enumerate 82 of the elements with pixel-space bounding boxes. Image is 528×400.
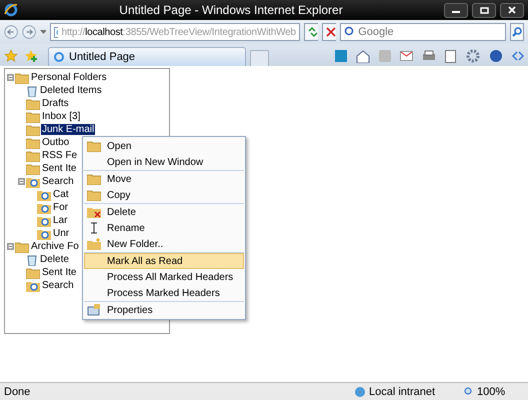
security-zone: Local intranet xyxy=(369,386,436,398)
menu-item[interactable]: Process Marked Headers xyxy=(84,285,244,301)
tree-item[interactable]: Lar xyxy=(52,215,68,226)
new-folder-icon xyxy=(87,238,101,250)
tree-item[interactable]: Inbox [3] xyxy=(41,111,82,122)
browser-logo-icon xyxy=(4,3,18,17)
tree-item[interactable]: Junk E-mail xyxy=(41,124,96,135)
close-button[interactable] xyxy=(500,2,524,18)
tree-item[interactable]: Cat xyxy=(52,189,70,200)
close-icon xyxy=(508,6,516,14)
search-button[interactable] xyxy=(510,23,524,41)
collapse-icon[interactable] xyxy=(7,243,14,250)
zoom-control[interactable]: 100% xyxy=(464,386,524,398)
folder-delete-icon xyxy=(87,206,101,218)
tree-item[interactable]: RSS Fe xyxy=(41,150,78,161)
add-favorite-icon[interactable] xyxy=(24,49,38,63)
refresh-button[interactable] xyxy=(304,23,318,41)
menu-item[interactable]: Delete xyxy=(84,204,244,220)
trash-can-icon xyxy=(26,254,38,266)
search-folder-icon xyxy=(37,214,51,226)
folder-icon xyxy=(26,136,40,148)
tree-item[interactable]: Sent Ite xyxy=(41,163,78,174)
menu-item[interactable]: Process All Marked Headers xyxy=(84,269,244,285)
home-icon[interactable] xyxy=(356,50,370,62)
tree-item[interactable]: For xyxy=(52,202,69,213)
tree-item[interactable]: Deleted Items xyxy=(39,85,103,96)
tree-item[interactable]: Personal Folders xyxy=(30,72,108,83)
collapse-icon[interactable] xyxy=(7,74,14,81)
folder-icon xyxy=(26,150,40,162)
search-folder-icon xyxy=(26,280,40,292)
search-folder-icon xyxy=(26,176,40,188)
maximize-icon xyxy=(480,6,488,14)
stop-button[interactable] xyxy=(322,23,336,41)
tree-item[interactable]: Search xyxy=(41,280,75,291)
folders-icon xyxy=(15,72,29,84)
text-cursor-icon xyxy=(88,222,100,234)
folder-icon xyxy=(26,124,40,136)
search-folder-icon xyxy=(37,202,51,214)
folder-icon xyxy=(26,266,40,278)
star-icon[interactable] xyxy=(4,49,18,63)
tree-item[interactable]: Delete xyxy=(39,254,70,265)
maximize-button[interactable] xyxy=(472,2,496,18)
search-icon xyxy=(512,27,522,37)
minimize-button[interactable] xyxy=(444,2,468,18)
folder-icon xyxy=(87,173,101,185)
search-field[interactable]: Google xyxy=(340,23,506,41)
tree-item[interactable]: Unr xyxy=(52,228,70,239)
menu-item[interactable]: Mark All as Read xyxy=(84,253,244,269)
search-folder-icon xyxy=(37,188,51,200)
menu-item[interactable]: Open xyxy=(84,138,244,154)
globe-icon xyxy=(354,386,366,398)
dropdown-caret-icon[interactable] xyxy=(40,30,46,34)
menu-item[interactable]: Copy xyxy=(84,187,244,203)
mail-icon[interactable] xyxy=(400,51,413,61)
search-provider-icon xyxy=(344,26,354,38)
folder-icon xyxy=(26,110,40,122)
menu-item[interactable]: Open in New Window xyxy=(84,154,244,170)
tree-item[interactable]: Search xyxy=(41,176,75,187)
status-text: Done xyxy=(4,386,32,398)
collapse-icon[interactable] xyxy=(18,178,25,185)
folder-icon xyxy=(26,162,40,174)
folder-icon xyxy=(26,98,40,110)
address-field[interactable]: http://localhost:3855/WebTreeView/IntegrationWithWeb xyxy=(50,23,300,41)
browser-tab[interactable]: Untitled Page xyxy=(48,47,246,66)
back-button[interactable] xyxy=(4,23,18,41)
tree-item[interactable]: Outbo xyxy=(41,137,70,148)
trash-can-icon xyxy=(26,84,38,96)
forward-button[interactable] xyxy=(22,23,36,41)
menu-item[interactable]: New Folder.. xyxy=(84,236,244,252)
folders-icon xyxy=(15,240,29,252)
menu-item[interactable]: Move xyxy=(84,171,244,187)
window-title: Untitled Page - Windows Internet Explorer xyxy=(118,3,344,17)
properties-icon xyxy=(87,304,101,316)
search-folder-icon xyxy=(37,228,51,240)
menu-item[interactable]: Properties xyxy=(84,302,244,318)
tree-item[interactable]: Sent Ite xyxy=(41,267,78,278)
printer-icon[interactable] xyxy=(422,50,436,62)
folder-icon xyxy=(87,140,101,152)
menu-item[interactable]: Rename xyxy=(84,220,244,236)
tree-item[interactable]: Drafts xyxy=(41,98,70,109)
folder-icon xyxy=(87,189,101,201)
tree-item[interactable]: Archive Fo xyxy=(30,241,80,252)
